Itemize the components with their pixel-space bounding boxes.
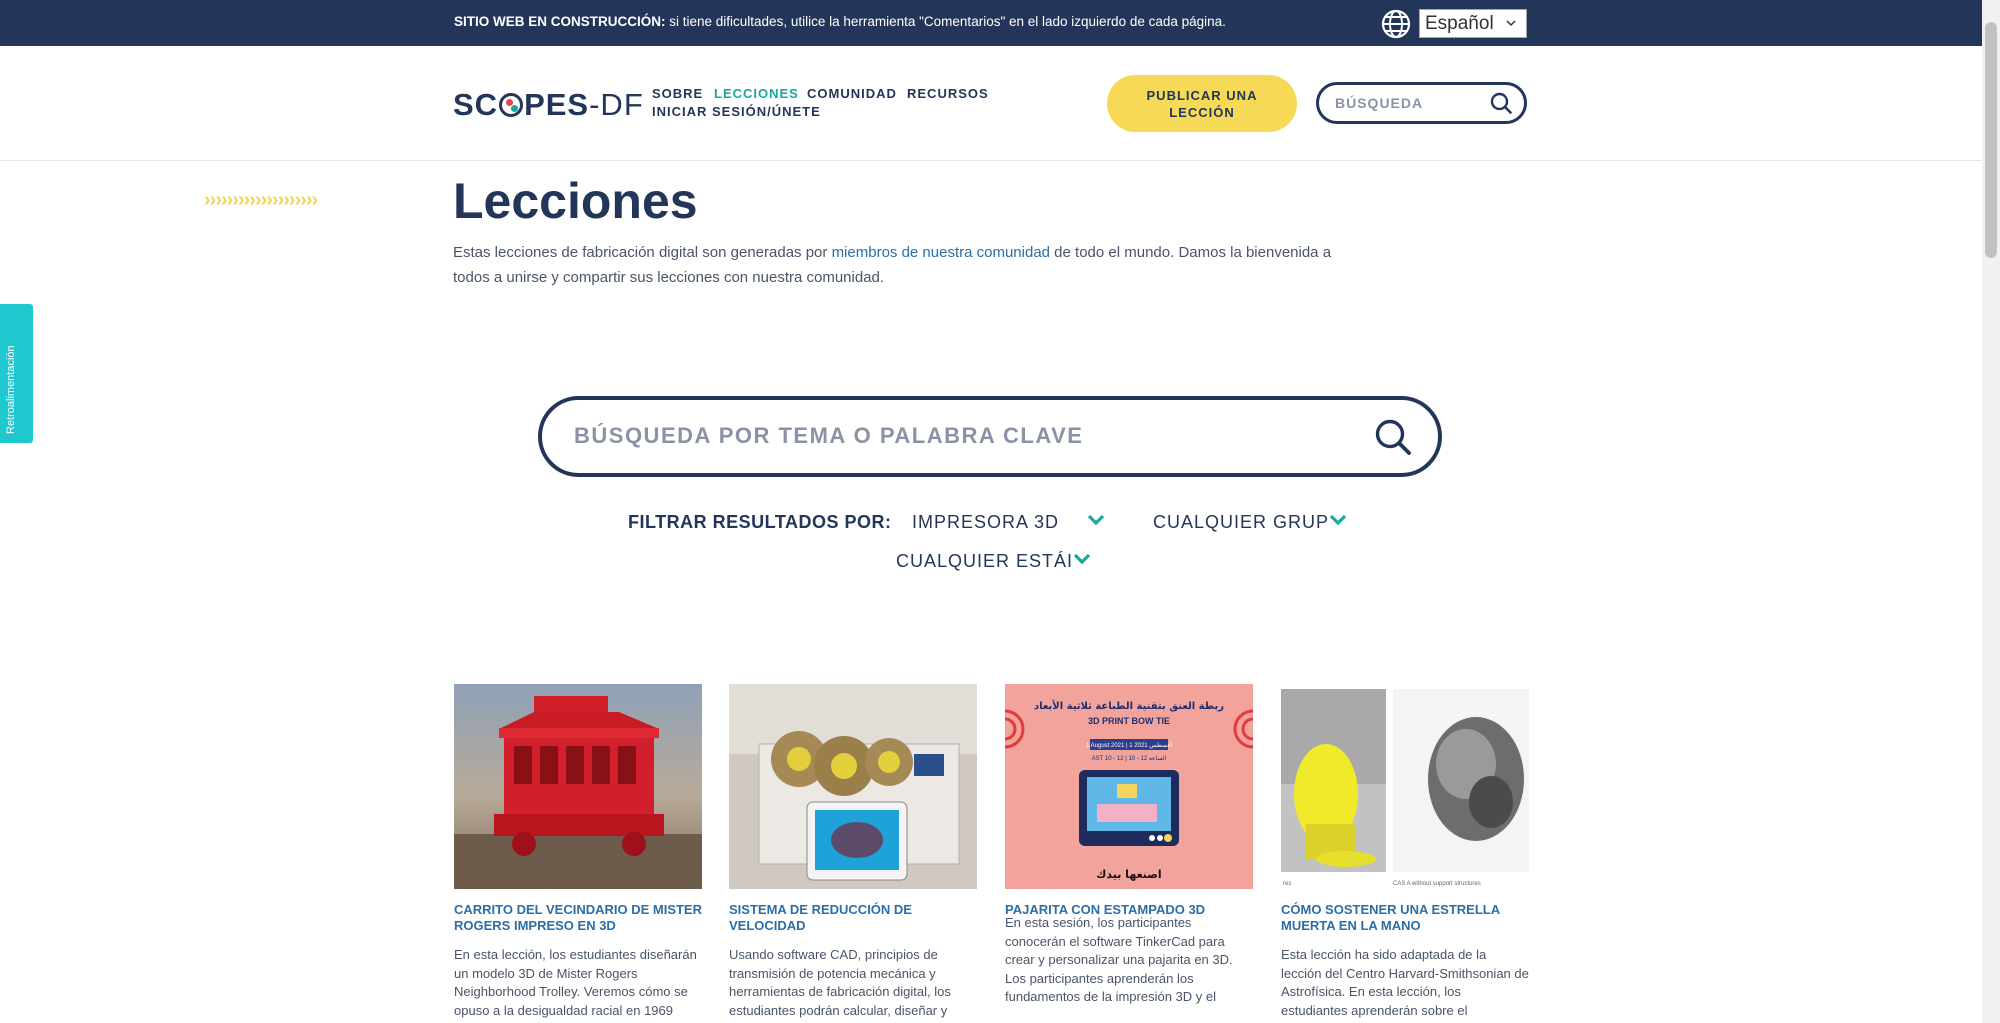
publish-lesson-button[interactable]: PUBLICAR UNA LECCIÓN	[1107, 75, 1297, 132]
header-search	[1316, 82, 1527, 124]
poster-time: AST 10 - 12 | 10 - 12 الساعة	[1092, 755, 1167, 762]
lesson-description: Usando software CAD, principios de trans…	[729, 947, 951, 1018]
logo-text-mid: PES	[524, 87, 590, 122]
logo-o-mark	[499, 93, 524, 117]
lesson-description: En esta sesión, los participantes conoce…	[1005, 915, 1233, 1004]
search-icon[interactable]	[1374, 418, 1412, 456]
search-icon[interactable]	[1490, 92, 1512, 114]
nav-sobre[interactable]: SOBRE	[652, 86, 703, 101]
poster-english-title: 3D PRINT BOW TIE	[1088, 716, 1170, 726]
filter-label: FILTRAR RESULTADOS POR:	[628, 512, 892, 532]
chevron-down-icon	[1073, 553, 1091, 565]
language-select[interactable]: Español	[1419, 9, 1527, 38]
lesson-card[interactable]: ربطة العنق بتقنية الطباعة ثلاثية الأبعاد…	[1005, 684, 1253, 1007]
lesson-card[interactable]: CARRITO DEL VECINDARIO DE MISTER ROGERS …	[454, 684, 702, 1020]
feedback-tab[interactable]: Retroalimentación	[0, 304, 33, 443]
decorative-chevrons: ››››››››››››››››››››	[204, 189, 318, 211]
nav-comunidad[interactable]: COMUNIDAD	[807, 86, 897, 101]
filter-standard-value: CUALQUIER ESTÁI	[896, 551, 1074, 571]
page-scrollbar-thumb[interactable]	[1985, 22, 1997, 258]
intro-text: Estas lecciones de fabricación digital s…	[453, 240, 1353, 290]
dead-star-image: res CAS A without support structures	[1281, 684, 1529, 889]
header-search-input[interactable]	[1333, 94, 1487, 112]
lesson-card[interactable]: res CAS A without support structures CÓM…	[1281, 684, 1529, 1020]
poster-arabic-footer: اصنعها بيدك	[1096, 868, 1161, 881]
nav-recursos[interactable]: RECURSOS	[907, 86, 989, 101]
filter-group-dropdown[interactable]: CUALQUIER GRUP	[1153, 512, 1347, 533]
lesson-card[interactable]: SISTEMA DE REDUCCIÓN DE VELOCIDAD Usando…	[729, 684, 977, 1020]
lesson-title[interactable]: SISTEMA DE REDUCCIÓN DE VELOCIDAD	[729, 902, 977, 934]
chevron-down-icon	[1329, 514, 1347, 526]
bowtie-poster-image: ربطة العنق بتقنية الطباعة ثلاثية الأبعاد…	[1005, 684, 1253, 889]
lesson-search-input[interactable]	[572, 422, 1336, 450]
gears-image	[729, 684, 977, 889]
feedback-label: Retroalimentación	[5, 345, 17, 434]
image-caption-left: res	[1283, 881, 1291, 887]
lesson-title[interactable]: CARRITO DEL VECINDARIO DE MISTER ROGERS …	[454, 902, 702, 934]
filter-standard-dropdown[interactable]: CUALQUIER ESTÁI	[896, 551, 1091, 572]
banner-text: si tiene dificultades, utilice la herram…	[665, 14, 1226, 29]
filter-printer-value: IMPRESORA 3D	[912, 512, 1060, 532]
chevron-down-icon	[1506, 20, 1516, 27]
lesson-description: Esta lección ha sido adaptada de la lecc…	[1281, 947, 1529, 1018]
community-members-link[interactable]: miembros de nuestra comunidad	[832, 244, 1050, 261]
lesson-thumbnail-trolley[interactable]	[454, 684, 702, 889]
lesson-search	[538, 396, 1442, 477]
lesson-description: En esta lección, los estudiantes diseñar…	[454, 947, 697, 1018]
lesson-title[interactable]: CÓMO SOSTENER UNA ESTRELLA MUERTA EN LA …	[1281, 902, 1529, 934]
lesson-thumbnail-gears[interactable]	[729, 684, 977, 889]
scopes-df-logo[interactable]: SC PES-DF	[453, 87, 644, 123]
logo-text-df: -DF	[589, 87, 644, 122]
filter-group-value: CUALQUIER GRUP	[1153, 512, 1330, 532]
poster-arabic-title: ربطة العنق بتقنية الطباعة ثلاثية الأبعاد	[1034, 699, 1224, 712]
globe-icon[interactable]	[1380, 8, 1412, 40]
publish-label-line1: PUBLICAR UNA	[1146, 87, 1258, 103]
language-selected: Español	[1425, 13, 1494, 34]
filter-printer-dropdown[interactable]: IMPRESORA 3D	[912, 512, 1105, 533]
chevron-down-icon	[1087, 514, 1105, 526]
banner-message: SITIO WEB EN CONSTRUCCIÓN: si tiene difi…	[454, 14, 1226, 29]
page-title: Lecciones	[453, 173, 698, 229]
nav-login[interactable]: INICIAR SESIÓN/ÚNETE	[652, 104, 821, 119]
intro-before: Estas lecciones de fabricación digital s…	[453, 244, 832, 261]
site-header: SC PES-DF SOBRE LECCIONES COMUNIDAD RECUR…	[0, 46, 1982, 161]
construction-banner: SITIO WEB EN CONSTRUCCIÓN: si tiene difi…	[0, 0, 1982, 46]
publish-label-line2: LECCIÓN	[1169, 104, 1235, 120]
logo-text-start: SC	[453, 87, 499, 122]
lesson-thumbnail-dead-star[interactable]: res CAS A without support structures	[1281, 684, 1529, 889]
banner-bold: SITIO WEB EN CONSTRUCCIÓN:	[454, 14, 666, 29]
trolley-image	[454, 684, 702, 889]
nav-lecciones[interactable]: LECCIONES	[714, 86, 799, 101]
image-caption-right: CAS A without support structures	[1393, 881, 1481, 887]
lesson-thumbnail-bowtie[interactable]: ربطة العنق بتقنية الطباعة ثلاثية الأبعاد…	[1005, 684, 1253, 889]
